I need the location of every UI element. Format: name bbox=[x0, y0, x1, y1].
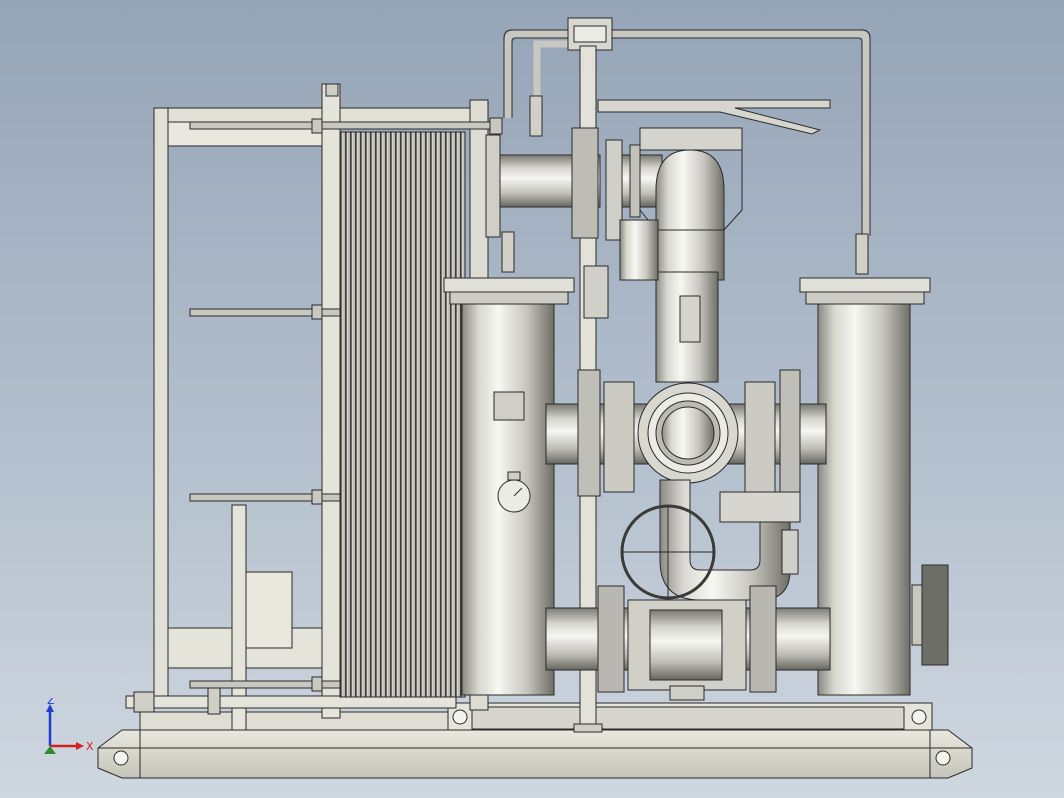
cad-viewport[interactable]: Z X bbox=[0, 0, 1064, 798]
central-flange bbox=[637, 382, 739, 484]
z-axis-label: Z bbox=[47, 698, 55, 707]
handwheel bbox=[620, 504, 716, 600]
pipe-elbow-upper bbox=[655, 149, 725, 281]
x-axis-label: X bbox=[86, 740, 94, 753]
base-skid bbox=[97, 702, 973, 779]
pressure-gauge bbox=[679, 295, 701, 343]
coordinate-triad: Z X bbox=[44, 698, 94, 754]
skid-assembly-model[interactable] bbox=[0, 0, 1064, 798]
plate-pack bbox=[339, 131, 466, 698]
x-axis-arrow bbox=[76, 742, 84, 750]
